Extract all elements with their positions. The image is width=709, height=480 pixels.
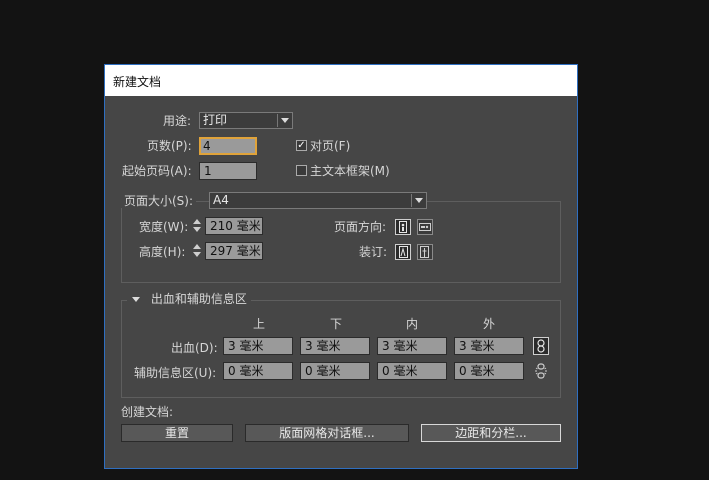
disclosure-triangle-icon [132, 296, 140, 302]
margins-and-columns-button[interactable]: 边距和分栏... [421, 424, 561, 442]
chain-link-icon [537, 339, 545, 353]
height-label: 高度(H): [139, 245, 186, 259]
right-binding-icon [420, 246, 429, 258]
landscape-icon [419, 223, 431, 231]
master-text-frame-checkbox[interactable] [296, 165, 307, 176]
landscape-orientation-icon[interactable] [417, 219, 433, 235]
page-size-group [121, 201, 561, 283]
col-header-outside: 外 [483, 317, 496, 331]
slug-outside-input[interactable]: 0 毫米 [454, 362, 524, 380]
orientation-label: 页面方向: [334, 220, 387, 234]
bleed-outside-input[interactable]: 3 毫米 [454, 337, 524, 355]
binding-label: 装订: [359, 245, 388, 259]
height-input[interactable]: 297 毫米 [205, 242, 263, 260]
height-stepper[interactable] [192, 242, 202, 260]
page-size-value: A4 [213, 193, 229, 207]
width-label: 宽度(W): [139, 220, 189, 234]
slug-inside-input[interactable]: 0 毫米 [377, 362, 447, 380]
facing-pages-checkbox[interactable]: ✓ [296, 140, 307, 151]
col-header-inside: 内 [406, 317, 419, 331]
intent-label: 用途: [163, 114, 192, 128]
chevron-down-icon [281, 118, 289, 123]
layout-grid-dialog-button[interactable]: 版面网格对话框... [245, 424, 409, 442]
page-size-label: 页面大小(S): [121, 194, 197, 208]
slug-label: 辅助信息区(U): [134, 366, 217, 380]
col-header-top: 上 [253, 317, 266, 331]
pages-label: 页数(P): [147, 139, 192, 153]
facing-pages-label: 对页(F) [310, 139, 351, 153]
portrait-icon [399, 221, 407, 233]
portrait-orientation-icon[interactable] [395, 219, 411, 235]
slug-bottom-input[interactable]: 0 毫米 [300, 362, 370, 380]
col-header-bottom: 下 [330, 317, 343, 331]
stepper-up-icon [193, 244, 201, 249]
dialog-title: 新建文档 [113, 75, 162, 89]
bleed-top-input[interactable]: 3 毫米 [223, 337, 293, 355]
bleed-label: 出血(D): [171, 341, 218, 355]
stepper-up-icon [193, 219, 201, 224]
binding-left-icon[interactable] [395, 244, 411, 260]
binding-right-icon[interactable] [417, 244, 433, 260]
master-text-frame-label: 主文本框架(M) [310, 164, 390, 178]
stepper-down-icon [193, 227, 201, 232]
start-page-input[interactable]: 1 [199, 162, 257, 180]
width-input[interactable]: 210 毫米 [205, 217, 263, 235]
link-bleed-icon[interactable] [533, 337, 549, 355]
chevron-down-icon [415, 198, 423, 203]
bleed-inside-input[interactable]: 3 毫米 [377, 337, 447, 355]
page-size-select[interactable]: A4 [209, 192, 427, 209]
pages-input[interactable]: 4 [199, 137, 257, 155]
left-binding-icon [399, 246, 408, 258]
dialog-titlebar: 新建文档 [105, 65, 577, 96]
start-page-label: 起始页码(A): [122, 164, 192, 178]
link-slug-icon[interactable] [533, 362, 549, 380]
bleed-slug-label: 出血和辅助信息区 [150, 292, 247, 306]
create-document-label: 创建文档: [121, 405, 174, 419]
bleed-bottom-input[interactable]: 3 毫米 [300, 337, 370, 355]
intent-value: 打印 [203, 113, 228, 127]
select-separator [277, 114, 278, 127]
new-document-dialog: 新建文档 用途: 打印 页数(P): 4 ✓ 对页(F) 起始页码(A): 1 … [104, 64, 578, 469]
intent-select[interactable]: 打印 [199, 112, 293, 129]
stepper-down-icon [193, 252, 201, 257]
broken-chain-link-icon [535, 363, 547, 379]
slug-top-input[interactable]: 0 毫米 [223, 362, 293, 380]
width-stepper[interactable] [192, 217, 202, 235]
select-separator [411, 194, 412, 207]
bleed-slug-header[interactable]: 出血和辅助信息区 [127, 292, 251, 306]
reset-button[interactable]: 重置 [121, 424, 233, 442]
